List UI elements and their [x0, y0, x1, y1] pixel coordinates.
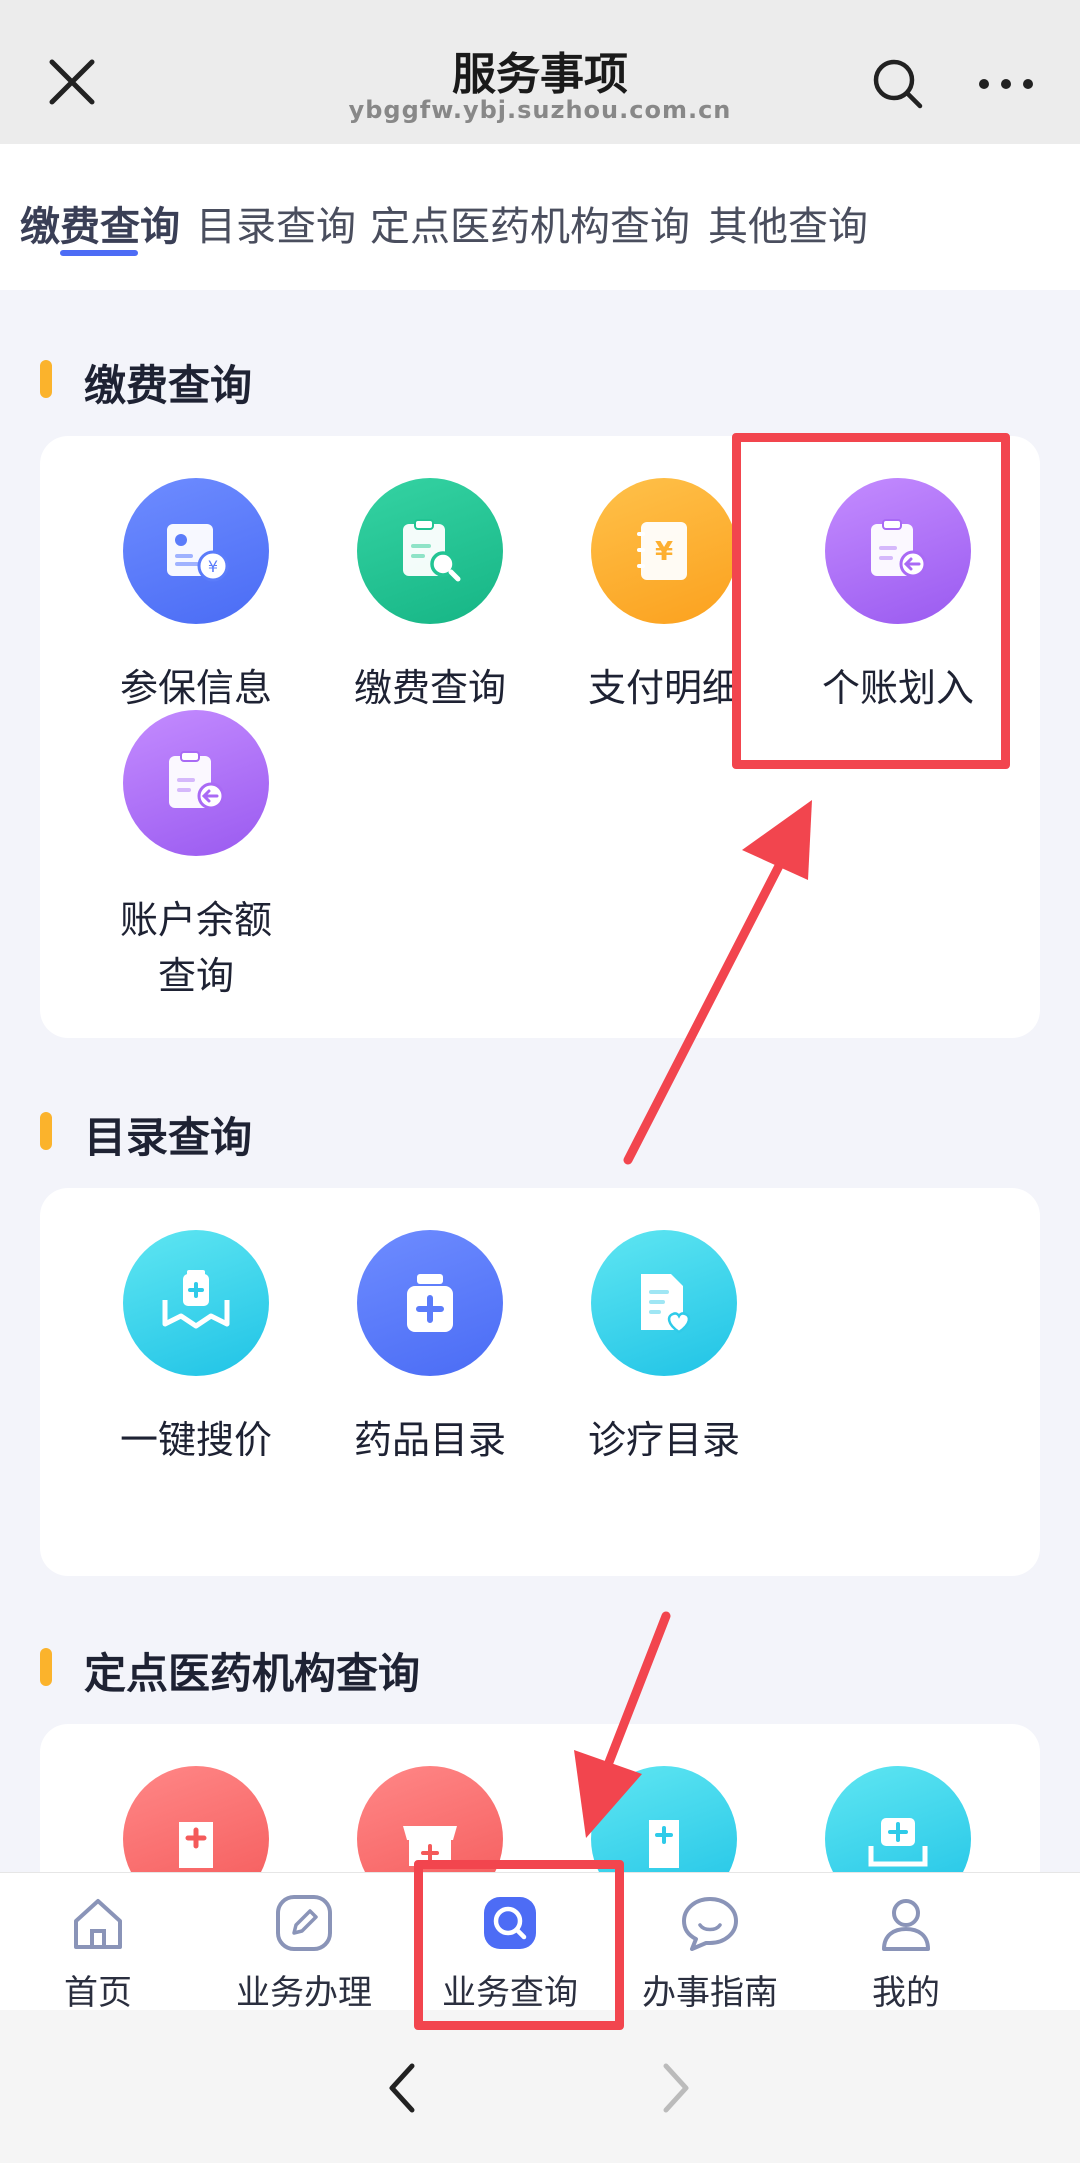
- annotation-box-nav-query: [414, 1860, 624, 2030]
- section-marker: [40, 360, 52, 398]
- nav-label: 我的: [872, 1973, 940, 2013]
- edit-icon: [276, 1895, 332, 1951]
- item-price-search[interactable]: 一键搜价: [91, 1230, 301, 1468]
- more-icon[interactable]: [976, 70, 1036, 98]
- item-label: 参保信息: [119, 666, 272, 710]
- item-label: 诊疗目录: [587, 1418, 740, 1462]
- nav-mine[interactable]: 我的: [816, 1891, 996, 2014]
- item-payment-search[interactable]: 缴费查询: [325, 478, 535, 716]
- section-title: 定点医药机构查询: [84, 1649, 421, 1698]
- tab-payment[interactable]: 缴费查询: [20, 194, 180, 252]
- svg-text:¥: ¥: [208, 557, 218, 576]
- search-icon[interactable]: [870, 56, 926, 112]
- section-marker: [40, 1112, 52, 1150]
- browser-toolbar: [0, 2010, 1080, 2163]
- annotation-box-account-transfer: [732, 433, 1010, 769]
- tab-catalog[interactable]: 目录查询: [196, 194, 356, 252]
- item-label-line2: 查询: [157, 954, 234, 998]
- home-icon: [74, 1899, 122, 1949]
- tab-other[interactable]: 其他查询: [708, 194, 868, 252]
- nav-business[interactable]: 业务办理: [214, 1891, 394, 2014]
- section-marker: [40, 1648, 52, 1686]
- account-balance-icon: [123, 710, 269, 856]
- title-bar: 服务事项 ybggfw.ybj.suzhou.com.cn: [0, 0, 1080, 144]
- section-title: 目录查询: [84, 1113, 253, 1162]
- payment-search-icon: [357, 478, 503, 624]
- price-search-icon: [123, 1230, 269, 1376]
- category-tabs: 缴费查询 目录查询 定点医药机构查询 其他查询: [0, 144, 1080, 290]
- insurance-info-icon: ¥: [123, 478, 269, 624]
- item-label-line1: 账户余额: [119, 898, 272, 942]
- nav-guide[interactable]: 办事指南: [620, 1891, 800, 2014]
- item-account-balance[interactable]: 账户余额 查询: [91, 710, 301, 1004]
- nav-label: 业务办理: [236, 1973, 372, 2013]
- tab-institutions[interactable]: 定点医药机构查询: [370, 194, 690, 252]
- item-label: 缴费查询: [353, 666, 506, 710]
- item-insurance-info[interactable]: ¥ 参保信息: [91, 478, 301, 716]
- tab-active-indicator: [60, 250, 138, 256]
- chat-icon: [682, 1897, 738, 1951]
- payment-detail-icon: ¥: [591, 478, 737, 624]
- medicine-catalog-icon: [357, 1230, 503, 1376]
- treatment-catalog-icon: [591, 1230, 737, 1376]
- svg-text:¥: ¥: [655, 537, 673, 567]
- nav-label: 办事指南: [642, 1973, 778, 2013]
- section-title: 缴费查询: [84, 361, 253, 410]
- forward-arrow-icon[interactable]: [656, 2058, 696, 2118]
- back-arrow-icon[interactable]: [382, 2058, 422, 2118]
- nav-home[interactable]: 首页: [8, 1891, 188, 2014]
- item-medicine-catalog[interactable]: 药品目录: [325, 1230, 535, 1468]
- item-treatment-catalog[interactable]: 诊疗目录: [559, 1230, 769, 1468]
- item-label: 药品目录: [353, 1418, 506, 1462]
- nav-label: 首页: [64, 1973, 132, 2013]
- item-label: 一键搜价: [119, 1418, 272, 1462]
- catalog-card: 一键搜价 药品目录 诊疗目录: [40, 1188, 1040, 1576]
- user-icon: [882, 1899, 930, 1951]
